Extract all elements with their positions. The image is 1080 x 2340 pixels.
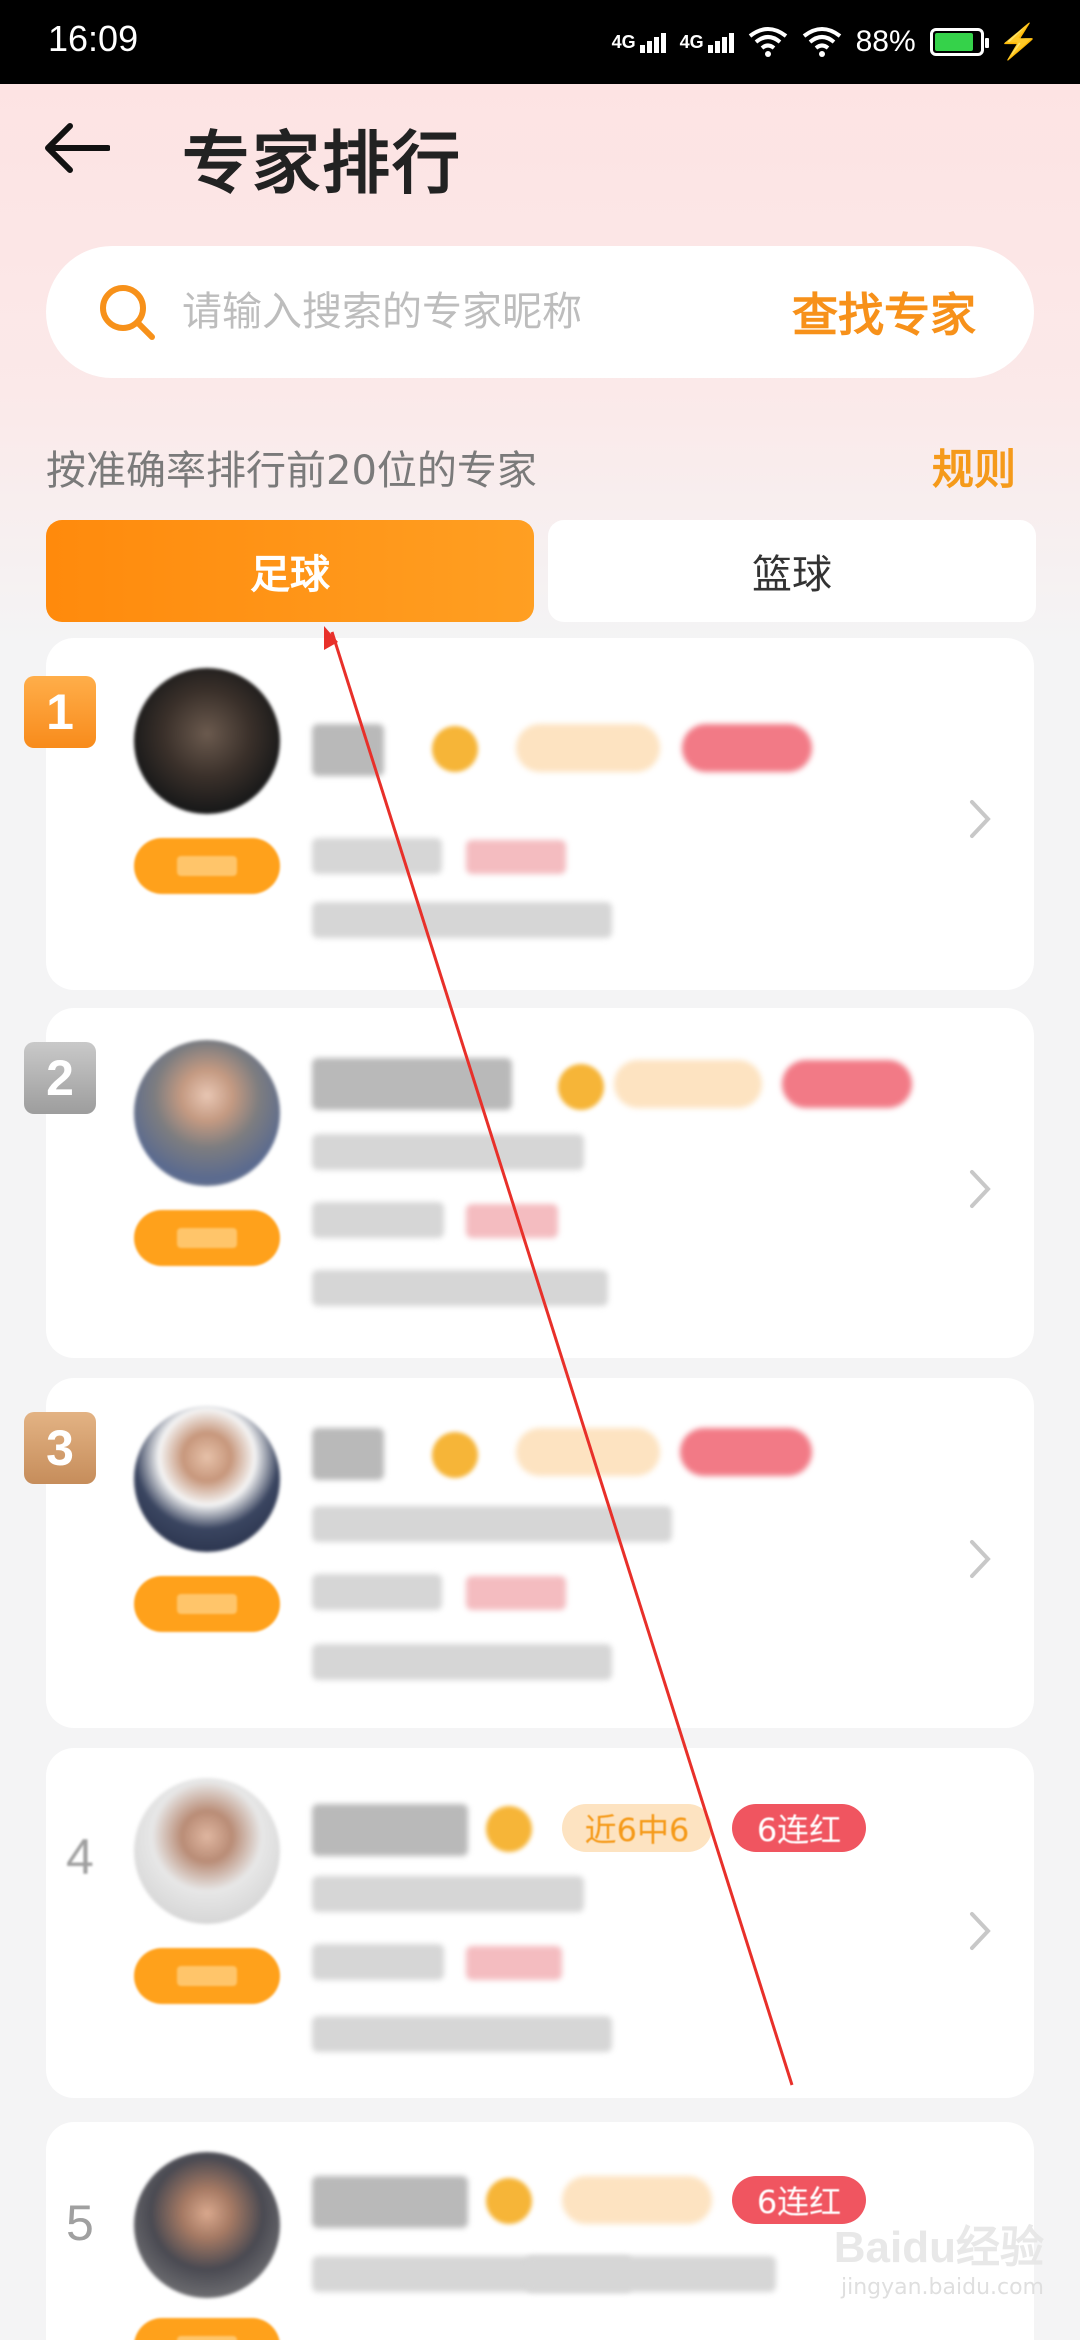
tab-football[interactable]: 足球	[46, 520, 534, 622]
avatar	[134, 668, 280, 814]
expert-name	[312, 1804, 468, 1856]
hot-tag: 6连红	[732, 1804, 866, 1852]
stat-label	[312, 1574, 442, 1610]
expert-title	[312, 1876, 584, 1912]
hot-tag	[680, 1428, 812, 1476]
battery-icon	[929, 28, 989, 56]
avatar	[134, 2152, 280, 2298]
hot-tag	[682, 724, 812, 772]
verified-icon	[558, 1064, 604, 1110]
chevron-right-icon	[970, 800, 991, 838]
signal-icon: 4G	[612, 32, 666, 53]
accuracy-rate	[466, 1204, 558, 1238]
chevron-right-icon	[970, 1170, 991, 1208]
accuracy-rate	[466, 1576, 566, 1610]
search-bar: 查找专家	[46, 246, 1034, 378]
watermark-logo: Baidu经验	[833, 2223, 1044, 2272]
expert-card[interactable]: 4 近6中6 6连红	[46, 1748, 1034, 2098]
verified-icon	[486, 1806, 532, 1852]
search-icon	[100, 285, 155, 340]
signal-icon-2: 4G	[680, 32, 734, 53]
watermark-url: jingyan.baidu.com	[840, 2275, 1044, 2300]
rank-badge: 1	[24, 676, 96, 748]
page-title: 专家排行	[182, 125, 463, 204]
streak-tag	[614, 1060, 762, 1108]
stat-description	[312, 2016, 612, 2052]
follow-button[interactable]	[134, 1576, 280, 1632]
back-arrow-icon	[45, 123, 110, 173]
expert-name	[312, 1428, 384, 1480]
verified-icon	[486, 2178, 532, 2224]
rules-link[interactable]: 规则	[932, 436, 1016, 497]
streak-tag: 近6中6	[562, 1804, 712, 1852]
search-expert-button[interactable]: 查找专家	[792, 279, 976, 345]
stat-label	[312, 838, 442, 874]
status-bar: 16:09 4G 4G 88% ⚡	[0, 0, 1080, 84]
watermark: Baidu经验 jingyan.baidu.com	[834, 2211, 1044, 2300]
accuracy-rate	[466, 840, 566, 874]
stat-description	[312, 1644, 612, 1680]
charging-icon: ⚡	[997, 23, 1040, 61]
wifi-icon-2	[802, 27, 841, 57]
streak-tag	[562, 2176, 712, 2224]
expert-title-extra	[526, 2256, 776, 2292]
expert-name	[312, 724, 384, 776]
verified-icon	[432, 1432, 478, 1478]
wifi-icon	[748, 27, 787, 57]
follow-button[interactable]	[134, 1210, 280, 1266]
streak-tag	[516, 724, 660, 772]
stat-description	[312, 1270, 608, 1306]
rank-number: 4	[66, 1829, 94, 1885]
expert-card[interactable]: 3	[24, 1378, 1034, 1728]
follow-button[interactable]	[134, 838, 280, 894]
stat-label	[312, 1202, 444, 1238]
expert-title	[312, 1134, 584, 1170]
hot-tag	[782, 1060, 912, 1108]
avatar	[134, 1040, 280, 1186]
status-time: 16:09	[48, 18, 139, 59]
status-icons: 4G 4G 88% ⚡	[612, 18, 1040, 66]
follow-button[interactable]	[134, 1948, 280, 2004]
rank-badge: 3	[24, 1412, 96, 1484]
streak-tag	[516, 1428, 660, 1476]
follow-button[interactable]	[134, 2318, 280, 2340]
search-input[interactable]	[182, 289, 742, 335]
accuracy-rate	[466, 1946, 562, 1980]
chevron-right-icon	[970, 1912, 991, 1950]
chevron-right-icon	[970, 1540, 991, 1578]
tab-basketball[interactable]: 篮球	[548, 520, 1036, 622]
verified-icon	[432, 726, 478, 772]
expert-name	[312, 1058, 512, 1110]
battery-percent: 88%	[855, 25, 916, 58]
avatar	[134, 1406, 280, 1552]
expert-title	[312, 1506, 672, 1542]
stat-description	[312, 902, 612, 938]
stat-label	[312, 1944, 444, 1980]
back-button[interactable]	[44, 118, 114, 178]
rank-badge: 2	[24, 1042, 96, 1114]
expert-card[interactable]: 1	[24, 638, 1034, 990]
expert-card[interactable]: 2	[24, 1008, 1034, 1358]
expert-name	[312, 2176, 468, 2228]
ranking-description: 按准确率排行前20位的专家	[46, 448, 537, 494]
avatar	[134, 1778, 280, 1924]
rank-number: 5	[66, 2195, 94, 2251]
